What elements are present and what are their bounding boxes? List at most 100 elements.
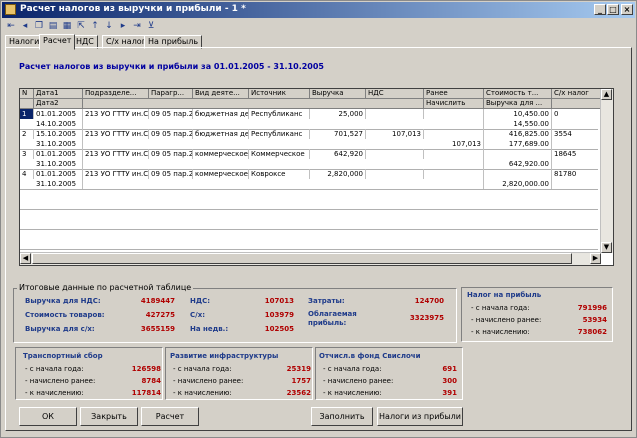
cell-rev-for[interactable]: 177,689.00 <box>484 139 552 149</box>
calc-button[interactable]: Расчет <box>141 407 199 426</box>
scroll-up-icon[interactable]: ▲ <box>601 89 612 100</box>
cell-charge[interactable] <box>424 119 484 129</box>
calc-table[interactable]: N Дата1 Подразделе... Парагр... Вид деят… <box>19 88 614 266</box>
cell-sx[interactable]: 3554 <box>552 129 601 139</box>
tab-calc[interactable]: Расчет <box>39 34 76 50</box>
cell-revenue[interactable]: 2,820,000 <box>310 169 366 179</box>
header-dept[interactable]: Подразделе... <box>83 89 149 99</box>
cell-charge[interactable] <box>424 159 484 169</box>
close-dialog-button[interactable]: Закрыть <box>80 407 138 426</box>
cell-cost[interactable]: 10,450.00 <box>484 109 552 119</box>
cell-rev-for[interactable]: 14,550.00 <box>484 119 552 129</box>
cell-vid[interactable]: бюджетная де <box>193 109 249 119</box>
taxes-from-profit-button[interactable]: Налоги из прибыли <box>377 407 463 426</box>
scroll-down-icon[interactable]: ▼ <box>601 242 612 253</box>
header-n[interactable]: N <box>20 89 34 99</box>
last-icon[interactable]: ⇥ <box>131 20 143 32</box>
cell-vid[interactable]: бюджетная де <box>193 129 249 139</box>
print-icon[interactable]: ▦ <box>61 20 73 32</box>
next-icon[interactable]: ▸ <box>117 20 129 32</box>
cell-revenue[interactable]: 642,920 <box>310 149 366 159</box>
cell-rev-for[interactable]: 642,920.00 <box>484 159 552 169</box>
cell-date1[interactable]: 01.01.2005 <box>34 169 83 179</box>
cell-cost[interactable] <box>484 149 552 159</box>
maximize-button[interactable]: □ <box>607 4 619 15</box>
cell-dept[interactable]: 213 УО ГТТУ ин.С <box>83 129 149 139</box>
cell-date1[interactable]: 15.10.2005 <box>34 129 83 139</box>
scroll-right-icon[interactable]: ▶ <box>590 253 601 264</box>
cell-date2[interactable]: 31.10.2005 <box>34 179 83 189</box>
header-vid[interactable]: Вид деяте... <box>193 89 249 99</box>
export-icon[interactable]: ⇱ <box>75 20 87 32</box>
cell-charge[interactable] <box>424 179 484 189</box>
cell-nds[interactable] <box>366 109 424 119</box>
cell-src[interactable]: Республиканс <box>249 109 310 119</box>
header-sx[interactable]: С/х налог <box>552 89 601 99</box>
header-rev-for[interactable]: Выручка для ... <box>484 99 552 109</box>
cell-sx[interactable]: 81780 <box>552 169 601 179</box>
filter-icon[interactable]: ⊻ <box>145 20 157 32</box>
cell-vid[interactable]: коммерческое <box>193 169 249 179</box>
vertical-scrollbar[interactable]: ▲ ▼ <box>600 89 613 253</box>
fill-button[interactable]: Заполнить <box>311 407 373 426</box>
cell-sx[interactable]: 0 <box>552 109 601 119</box>
cell-n[interactable]: 3 <box>20 149 34 159</box>
header-prev[interactable]: Ранее <box>424 89 484 99</box>
cell-par[interactable]: 09 05 пар.29 <box>149 169 193 179</box>
minimize-button[interactable]: _ <box>594 4 606 15</box>
copy-icon[interactable]: ❐ <box>33 20 45 32</box>
cell-par[interactable]: 09 05 пар.29 <box>149 109 193 119</box>
cell-date2[interactable]: 31.10.2005 <box>34 159 83 169</box>
cell-nds[interactable] <box>366 149 424 159</box>
cell-date2[interactable]: 31.10.2005 <box>34 139 83 149</box>
cell-nds[interactable] <box>366 169 424 179</box>
nds-label: НДС: <box>190 297 211 305</box>
cell-par[interactable]: 09 05 пар.29 <box>149 149 193 159</box>
down-icon[interactable]: ↓ <box>103 20 115 32</box>
header-nds[interactable]: НДС <box>366 89 424 99</box>
cell-cost[interactable] <box>484 169 552 179</box>
horizontal-scrollbar[interactable]: ◀ ▶ <box>20 252 601 265</box>
cell-n[interactable]: 1 <box>20 109 34 119</box>
cell-date2[interactable]: 14.10.2005 <box>34 119 83 129</box>
first-icon[interactable]: ⇤ <box>5 20 17 32</box>
cell-dept[interactable]: 213 УО ГТТУ ин.С <box>83 109 149 119</box>
cell-rev-for[interactable]: 2,820,000.00 <box>484 179 552 189</box>
cell-prev[interactable] <box>424 169 484 179</box>
cell-date1[interactable]: 01.01.2005 <box>34 149 83 159</box>
cell-par[interactable]: 09 05 пар.29 <box>149 129 193 139</box>
header-par[interactable]: Парагр... <box>149 89 193 99</box>
cell-src[interactable]: Ковроксе <box>249 169 310 179</box>
cell-vid[interactable]: коммерческое <box>193 149 249 159</box>
header-date1[interactable]: Дата1 <box>34 89 83 99</box>
up-icon[interactable]: ↑ <box>89 20 101 32</box>
ok-button[interactable]: ОК <box>19 407 77 426</box>
cell-src[interactable]: Коммерческое <box>249 149 310 159</box>
header-charge[interactable]: Начислить <box>424 99 484 109</box>
header-cost[interactable]: Стоимость т... <box>484 89 552 99</box>
cell-charge[interactable]: 107,013 <box>424 139 484 149</box>
cell-nds[interactable]: 107,013 <box>366 129 424 139</box>
prev-icon[interactable]: ◂ <box>19 20 31 32</box>
cell-prev[interactable] <box>424 129 484 139</box>
cell-prev[interactable] <box>424 149 484 159</box>
header-revenue[interactable]: Выручка <box>310 89 366 99</box>
cell-cost[interactable]: 416,825.00 <box>484 129 552 139</box>
save-icon[interactable]: ▤ <box>47 20 59 32</box>
cell-src[interactable]: Республиканс <box>249 129 310 139</box>
cell-sx[interactable]: 18645 <box>552 149 601 159</box>
cell-revenue[interactable]: 701,527 <box>310 129 366 139</box>
close-button[interactable]: × <box>621 4 633 15</box>
scroll-left-icon[interactable]: ◀ <box>20 253 31 264</box>
cell-n[interactable]: 4 <box>20 169 34 179</box>
cell-n[interactable]: 2 <box>20 129 34 139</box>
cell-revenue[interactable]: 25,000 <box>310 109 366 119</box>
title-bar[interactable]: Расчет налогов из выручки и прибыли - 1 … <box>2 2 635 18</box>
header-src[interactable]: Источник <box>249 89 310 99</box>
cell-dept[interactable]: 213 УО ГТТУ ин.С <box>83 169 149 179</box>
header-date2[interactable]: Дата2 <box>34 99 83 109</box>
scroll-thumb[interactable] <box>32 253 572 264</box>
cell-date1[interactable]: 01.01.2005 <box>34 109 83 119</box>
cell-dept[interactable]: 213 УО ГТТУ ин.С <box>83 149 149 159</box>
cell-prev[interactable] <box>424 109 484 119</box>
